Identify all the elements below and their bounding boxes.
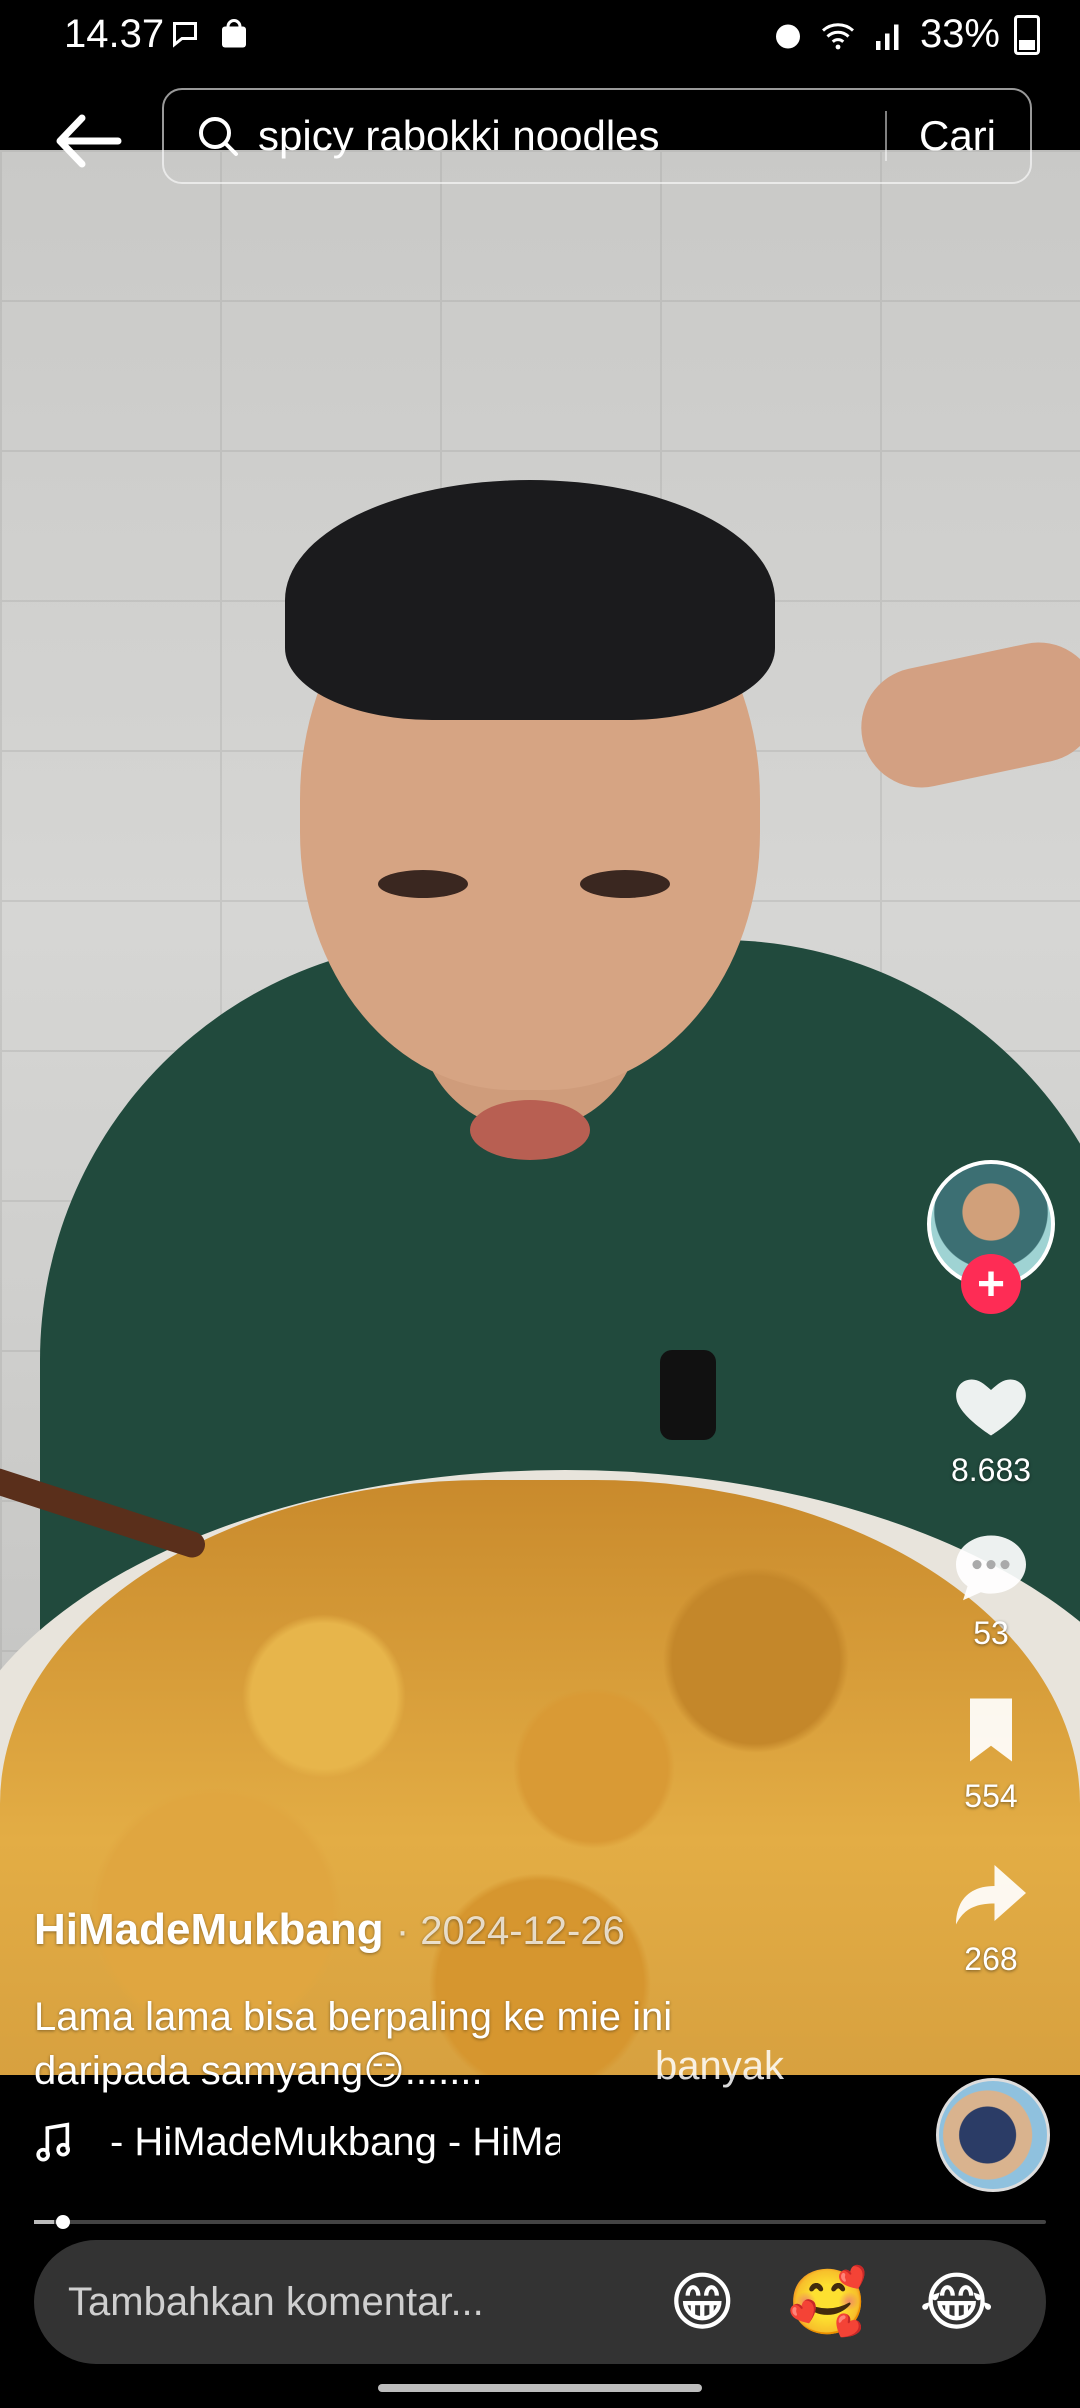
person-mouth [470, 1100, 590, 1160]
video-progress-bar[interactable] [34, 2215, 1046, 2229]
more-link[interactable]: banyak [655, 2044, 784, 2089]
music-title: - HiMadeMukbang - HiMadeMukbang [110, 2120, 560, 2164]
search-submit-button[interactable]: Cari [919, 112, 996, 160]
music-row[interactable]: - HiMadeMukbang - HiMadeMukbang [34, 2120, 560, 2165]
search-input[interactable]: spicy rabokki noodles [258, 112, 885, 160]
share-action[interactable]: 268 [926, 1851, 1056, 1978]
music-note-icon [36, 2122, 70, 2162]
emoji-hearts[interactable]: 🥰 [788, 2270, 868, 2334]
person-eye-right [580, 870, 670, 898]
comment-action[interactable]: 53 [926, 1525, 1056, 1652]
clip-microphone [660, 1350, 716, 1440]
bookmark-icon[interactable] [949, 1688, 1033, 1772]
share-count: 268 [964, 1941, 1018, 1977]
status-bar: 14.37 33% [0, 0, 1080, 72]
progress-fill [34, 2220, 55, 2224]
person-hair [285, 480, 775, 720]
emoji-grin[interactable]: 😁 [669, 2270, 736, 2334]
heart-icon[interactable] [949, 1362, 1033, 1446]
comment-icon[interactable] [949, 1525, 1033, 1609]
search-field[interactable]: spicy rabokki noodles Cari [162, 88, 1032, 184]
action-rail: + 8.683 53 554 268 [926, 1160, 1056, 1978]
chat-bubble-icon [173, 22, 197, 48]
back-arrow-icon[interactable] [48, 106, 128, 176]
author-line: HiMadeMukbang · 2024-12-26 [34, 1905, 625, 1955]
status-time: 14.37 [64, 12, 165, 56]
post-date: · 2024-12-26 [395, 1909, 625, 1953]
noodles [0, 1480, 1080, 2075]
comment-count: 53 [973, 1615, 1009, 1651]
search-divider [884, 111, 887, 161]
comment-bar[interactable]: Tambahkan komentar... 😁 🥰 😂 [34, 2240, 1046, 2364]
status-right: 33% [770, 12, 1040, 57]
status-left-icons [170, 16, 252, 52]
progress-handle[interactable] [56, 2215, 70, 2229]
top-search-bar: spicy rabokki noodles Cari [0, 86, 1080, 186]
home-indicator[interactable] [378, 2384, 702, 2392]
like-count: 8.683 [950, 1452, 1032, 1488]
person-eye-left [378, 870, 468, 898]
music-disc[interactable] [936, 2078, 1050, 2192]
wifi-icon [821, 22, 854, 49]
alarm-icon [775, 24, 800, 48]
share-arrow-icon[interactable] [949, 1851, 1033, 1935]
shop-bag-icon [222, 19, 246, 48]
signal-icon [875, 24, 899, 50]
bookmark-action[interactable]: 554 [926, 1688, 1056, 1815]
video-player[interactable] [0, 150, 1080, 2075]
follow-button[interactable]: + [961, 1254, 1021, 1314]
caption-line-1: Lama lama bisa berpaling ke mie ini [34, 1995, 673, 2039]
bookmark-count: 554 [964, 1778, 1018, 1814]
battery-percent: 33% [919, 12, 1000, 56]
search-icon [199, 117, 238, 156]
comment-input[interactable]: Tambahkan komentar... [68, 2280, 669, 2325]
like-action[interactable]: 8.683 [926, 1362, 1056, 1489]
emoji-laugh[interactable]: 😂 [919, 2270, 994, 2334]
author-name[interactable]: HiMadeMukbang [34, 1905, 384, 1954]
battery-icon [1014, 14, 1040, 55]
